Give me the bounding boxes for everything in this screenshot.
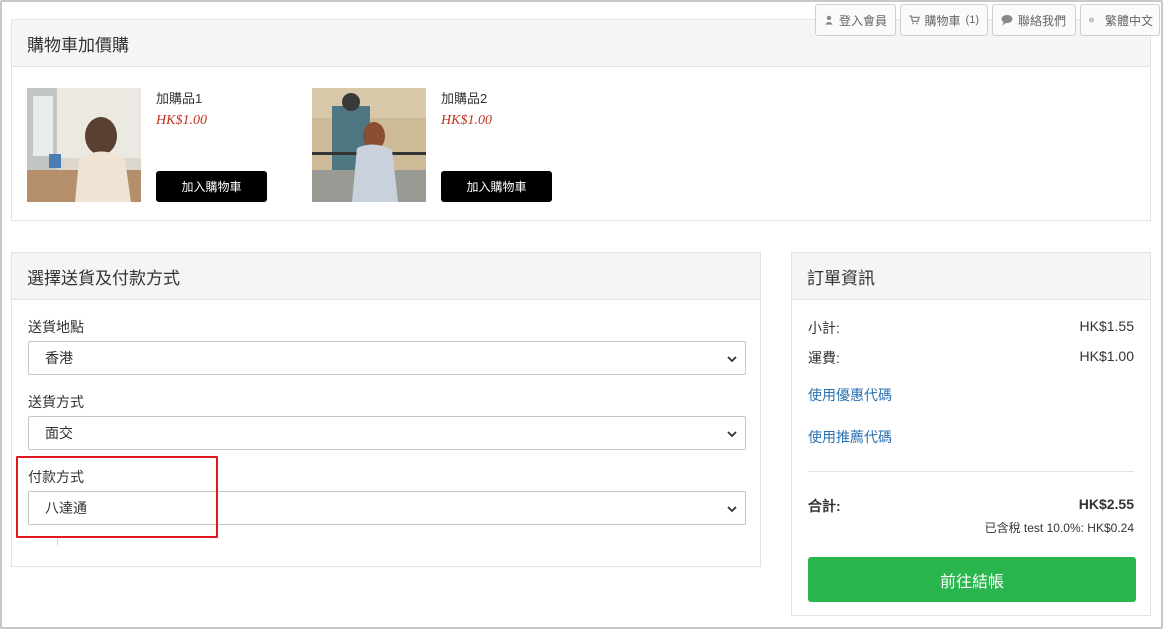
cart-icon xyxy=(909,15,920,25)
chevron-down-icon xyxy=(727,431,737,438)
shipping-panel-title: 選擇送貨及付款方式 xyxy=(12,253,760,300)
addon-item-price: HK$1.00 xyxy=(156,113,207,128)
total-value: HK$2.55 xyxy=(1078,496,1134,512)
top-nav: 登入會員 購物車 (1) 聯絡我們 繁體中文 xyxy=(815,4,1160,36)
subtotal-label: 小計: xyxy=(808,320,840,336)
shipping-fee-value: HK$1.00 xyxy=(1079,348,1134,364)
user-icon xyxy=(825,15,833,25)
language-button[interactable]: 繁體中文 xyxy=(1080,4,1160,36)
chat-bubble-icon xyxy=(1001,15,1013,26)
divider xyxy=(808,471,1134,472)
total-row: 合計: HK$2.55 xyxy=(808,496,1134,516)
addon-item-name: 加購品1 xyxy=(156,91,203,106)
checkout-button[interactable]: 前往結帳 xyxy=(808,557,1136,602)
add-to-cart-button[interactable]: 加入購物車 xyxy=(156,171,267,202)
delivery-location-value: 香港 xyxy=(45,350,73,366)
payment-highlight-box xyxy=(16,456,218,538)
coupon-code-link[interactable]: 使用優惠代碼 xyxy=(808,385,892,405)
total-label: 合計: xyxy=(808,498,841,514)
shipping-fee-label: 運費: xyxy=(808,350,840,366)
referral-code-link[interactable]: 使用推薦代碼 xyxy=(808,427,892,447)
chevron-down-icon xyxy=(727,506,737,513)
order-info-panel: 訂單資訊 小計: HK$1.55 運費: HK$1.00 使用優惠代碼 使用推薦… xyxy=(791,252,1151,616)
contact-label: 聯絡我們 xyxy=(1018,13,1067,28)
addon-item-price: HK$1.00 xyxy=(441,113,492,128)
cart-count: (1) xyxy=(965,14,979,26)
cart-label: 購物車 xyxy=(924,13,961,28)
divider xyxy=(57,538,58,545)
delivery-method-value: 面交 xyxy=(45,425,73,441)
tax-note: 已含稅 test 10.0%: HK$0.24 xyxy=(984,521,1134,535)
delivery-location-select[interactable]: 香港 xyxy=(28,341,746,375)
addon-item-name: 加購品2 xyxy=(441,91,488,106)
addon-panel: 購物車加價購 加購品1 HK$1.00 加入購物車 加購品2 HK$1.00 加… xyxy=(11,19,1151,221)
delivery-method-select[interactable]: 面交 xyxy=(28,416,746,450)
cart-button[interactable]: 購物車 (1) xyxy=(900,4,988,36)
contact-button[interactable]: 聯絡我們 xyxy=(992,4,1076,36)
subtotal-value: HK$1.55 xyxy=(1079,318,1134,334)
login-label: 登入會員 xyxy=(838,13,887,28)
chevron-down-icon xyxy=(727,356,737,363)
addon-item-image[interactable] xyxy=(27,88,141,202)
language-label: 繁體中文 xyxy=(1104,13,1153,28)
shipping-fee-row: 運費: HK$1.00 xyxy=(808,348,1134,368)
addon-item-image[interactable] xyxy=(312,88,426,202)
delivery-location-label: 送貨地點 xyxy=(28,319,84,335)
order-panel-title: 訂單資訊 xyxy=(792,253,1150,300)
add-to-cart-button[interactable]: 加入購物車 xyxy=(441,171,552,202)
globe-icon xyxy=(1089,17,1094,23)
delivery-method-label: 送貨方式 xyxy=(28,394,84,410)
subtotal-row: 小計: HK$1.55 xyxy=(808,318,1134,338)
login-button[interactable]: 登入會員 xyxy=(815,4,896,36)
